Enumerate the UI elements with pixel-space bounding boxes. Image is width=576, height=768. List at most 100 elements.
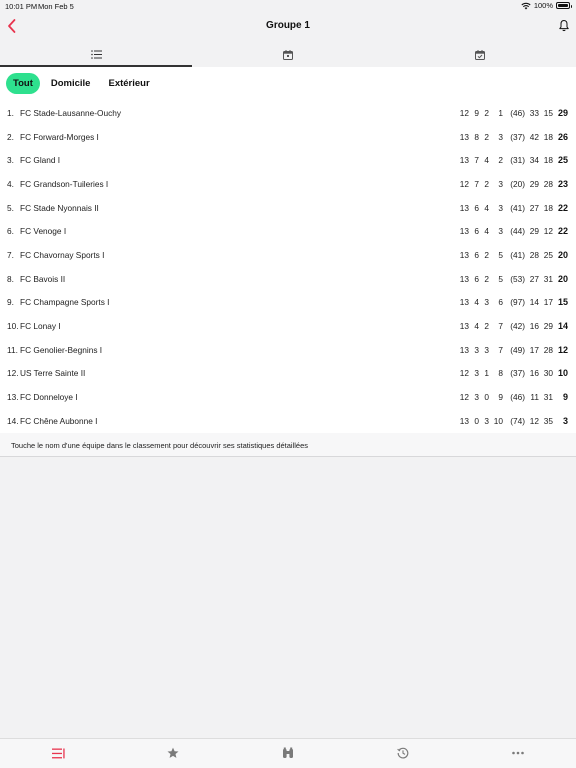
team-name[interactable]: FC Lonay I <box>20 321 61 331</box>
points: 9 <box>562 392 568 403</box>
standings-table: 1. FC Stade-Lausanne-Ouchy 12 9 2 1 (46) 33 15 29… <box>0 101 576 433</box>
points: 22 <box>557 226 568 237</box>
team-stats: 13 3 3 7 (49) 17 28 12 <box>459 345 568 355</box>
lost: 10 <box>493 415 503 426</box>
goals-for: 16 <box>529 368 539 379</box>
tab-history[interactable] <box>395 745 411 761</box>
rank: 1. <box>7 107 14 118</box>
team-name[interactable]: FC Chavornay Sports I <box>20 250 104 260</box>
table-row[interactable]: 4. FC Grandson-Tuileries I 12 7 2 3 (20) 29 28 23 <box>0 172 576 196</box>
table-row[interactable]: 14. FC Chêne Aubonne I 13 0 3 10 (74) 12 35 3 <box>0 409 576 433</box>
lost: 5 <box>498 249 503 260</box>
played: 13 <box>459 249 469 260</box>
table-row[interactable]: 10. FC Lonay I 13 4 2 7 (42) 16 29 14 <box>0 314 576 338</box>
table-row[interactable]: 11. FC Genolier-Begnins I 13 3 3 7 (49) 17 28 12 <box>0 338 576 362</box>
won: 7 <box>474 178 479 189</box>
drawn: 2 <box>484 249 489 260</box>
goals-against: 28 <box>543 344 553 355</box>
table-row[interactable]: 9. FC Champagne Sports I 13 4 3 6 (97) 14 17 15 <box>0 291 576 315</box>
team-name[interactable]: FC Stade-Lausanne-Ouchy <box>20 108 121 118</box>
filter-away-chip[interactable]: Extérieur <box>101 73 157 94</box>
tab-fixtures[interactable] <box>192 42 384 67</box>
team-name[interactable]: FC Genolier-Begnins I <box>20 345 102 355</box>
goals-against: 15 <box>543 107 553 118</box>
rank: 8. <box>7 273 14 284</box>
drawn: 4 <box>484 202 489 213</box>
table-row[interactable]: 3. FC Gland I 13 7 4 2 (31) 34 18 25 <box>0 148 576 172</box>
rank: 10. <box>7 321 19 332</box>
team-stats: 13 0 3 10 (74) 12 35 3 <box>459 416 568 426</box>
drawn: 4 <box>484 155 489 166</box>
won: 6 <box>474 226 479 237</box>
table-row[interactable]: 8. FC Bavois II 13 6 2 5 (53) 27 31 20 <box>0 267 576 291</box>
lost: 6 <box>498 297 503 308</box>
status-bar: 10:01 PM Mon Feb 5 100% <box>0 0 576 12</box>
tab-more[interactable] <box>510 745 526 761</box>
won: 3 <box>474 392 479 403</box>
team-name[interactable]: FC Donneloye I <box>20 392 78 402</box>
team-name[interactable]: FC Gland I <box>20 155 60 165</box>
team-stats: 13 6 2 5 (53) 27 31 20 <box>459 274 568 284</box>
tab-standings-bottom[interactable] <box>50 745 66 761</box>
goals-for: 16 <box>529 321 539 332</box>
bell-icon[interactable] <box>558 19 570 32</box>
points: 3 <box>562 415 568 426</box>
goals-against: 30 <box>543 368 553 379</box>
filter-all-chip[interactable]: Tout <box>6 73 40 94</box>
lost: 5 <box>498 273 503 284</box>
team-stats: 13 6 2 5 (41) 28 25 20 <box>459 250 568 260</box>
team-stats: 13 4 3 6 (97) 14 17 15 <box>459 297 568 307</box>
team-stats: 13 6 4 3 (41) 27 18 22 <box>459 203 568 213</box>
table-row[interactable]: 6. FC Venoge I 13 6 4 3 (44) 29 12 22 <box>0 219 576 243</box>
star-icon <box>167 747 179 758</box>
goal-diff: (41) <box>510 249 525 260</box>
team-name[interactable]: FC Forward-Morges I <box>20 132 99 142</box>
played: 13 <box>459 155 469 166</box>
more-icon <box>512 751 524 755</box>
team-name[interactable]: FC Stade Nyonnais II <box>20 203 99 213</box>
goal-diff: (49) <box>510 344 525 355</box>
team-stats: 12 7 2 3 (20) 29 28 23 <box>459 179 568 189</box>
table-row[interactable]: 2. FC Forward-Morges I 13 8 2 3 (37) 42 18 26 <box>0 125 576 149</box>
won: 3 <box>474 368 479 379</box>
team-stats: 13 6 4 3 (44) 29 12 22 <box>459 226 568 236</box>
played: 13 <box>459 226 469 237</box>
lost: 8 <box>498 368 503 379</box>
points: 14 <box>557 321 568 332</box>
tab-standings[interactable] <box>0 42 192 67</box>
team-name[interactable]: US Terre Sainte II <box>20 368 85 378</box>
lost: 2 <box>498 155 503 166</box>
goal-diff: (20) <box>510 178 525 189</box>
team-name[interactable]: FC Chêne Aubonne I <box>20 416 98 426</box>
wifi-icon <box>521 2 531 9</box>
won: 4 <box>474 321 479 332</box>
table-row[interactable]: 5. FC Stade Nyonnais II 13 6 4 3 (41) 27 18 22 <box>0 196 576 220</box>
goals-against: 31 <box>543 273 553 284</box>
played: 13 <box>459 131 469 142</box>
goals-for: 27 <box>529 202 539 213</box>
table-row[interactable]: 13. FC Donneloye I 12 3 0 9 (46) 11 31 9 <box>0 385 576 409</box>
points: 10 <box>557 368 568 379</box>
lost: 9 <box>498 392 503 403</box>
team-name[interactable]: FC Champagne Sports I <box>20 297 109 307</box>
tab-explore[interactable] <box>280 745 296 761</box>
table-row[interactable]: 12. US Terre Sainte II 12 3 1 8 (37) 16 30 10 <box>0 362 576 386</box>
tab-favorites[interactable] <box>165 745 181 761</box>
goals-against: 28 <box>543 178 553 189</box>
team-name[interactable]: FC Venoge I <box>20 226 66 236</box>
table-row[interactable]: 7. FC Chavornay Sports I 13 6 2 5 (41) 28 25 20 <box>0 243 576 267</box>
table-row[interactable]: 1. FC Stade-Lausanne-Ouchy 12 9 2 1 (46) 33 15 29 <box>0 101 576 125</box>
goals-for: 14 <box>529 297 539 308</box>
team-name[interactable]: FC Bavois II <box>20 274 65 284</box>
filter-home-chip[interactable]: Domicile <box>43 73 98 94</box>
goals-against: 25 <box>543 249 553 260</box>
team-name[interactable]: FC Grandson-Tuileries I <box>20 179 108 189</box>
goals-against: 12 <box>543 226 553 237</box>
goals-for: 11 <box>530 392 539 403</box>
goals-against: 31 <box>543 392 553 403</box>
goals-for: 29 <box>529 178 539 189</box>
won: 0 <box>474 415 479 426</box>
won: 8 <box>474 131 479 142</box>
tab-results[interactable] <box>384 42 576 67</box>
goal-diff: (46) <box>510 107 525 118</box>
